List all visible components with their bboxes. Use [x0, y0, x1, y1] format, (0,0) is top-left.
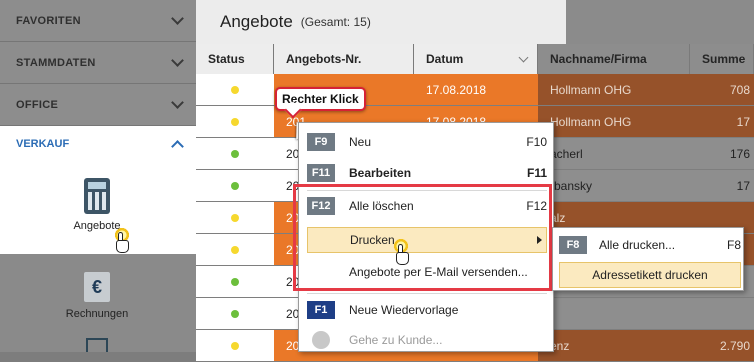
highlight-frame: [293, 184, 552, 291]
menu-item-wiedervorlage[interactable]: F1 Neue Wiedervorlage: [307, 297, 547, 323]
hand-pointer-icon: [114, 232, 130, 254]
page-header: Angebote (Gesamt: 15): [196, 0, 566, 44]
key-badge: F8: [559, 236, 587, 254]
menu-item-shortcut: F11: [526, 166, 547, 180]
sidebar-section-header[interactable]: VERKAUF: [0, 126, 196, 162]
menu-item-label: Gehe zu Kunde...: [349, 333, 443, 347]
key-badge: F11: [307, 164, 335, 182]
calculator-icon: [84, 178, 110, 214]
key-badge: F9: [307, 133, 335, 151]
menu-separator: [307, 293, 547, 294]
summe-cell: 17: [690, 106, 754, 137]
menu-item-neu[interactable]: F9 Neu F10: [307, 129, 547, 155]
status-cell: [196, 234, 274, 265]
status-dot-icon: [231, 85, 239, 94]
sidebar-section-label: STAMMDATEN: [16, 56, 96, 69]
column-header-angebots-nr[interactable]: Angebots-Nr.: [274, 44, 414, 74]
name-cell: rbansky: [538, 170, 690, 201]
column-header-status[interactable]: Status: [196, 44, 274, 74]
column-header-label: Datum: [426, 52, 464, 66]
summe-cell: [690, 298, 754, 329]
chevron-down-icon: [171, 12, 184, 25]
status-dot-icon: [231, 245, 239, 254]
submenu-item-alle-drucken[interactable]: F8 Alle drucken... F8: [559, 232, 741, 258]
status-cell: [196, 330, 274, 361]
status-cell: [196, 202, 274, 233]
status-dot-icon: [231, 181, 239, 190]
status-cell: [196, 74, 274, 105]
status-dot-icon: [231, 149, 239, 158]
menu-item-shortcut: F10: [526, 135, 547, 149]
status-cell: [196, 298, 274, 329]
invoice-euro-icon: €: [84, 272, 110, 302]
status-dot-icon: [231, 213, 239, 222]
summe-cell: 176: [690, 138, 754, 169]
name-cell: enz: [538, 330, 690, 361]
menu-item-label: Adressetikett drucken: [592, 268, 708, 282]
sidebar: FAVORITEN STAMMDATEN OFFICE VERKAUF Ange…: [0, 0, 196, 352]
status-cell: [196, 106, 274, 137]
menu-item-shortcut: F8: [726, 238, 741, 252]
module-rechnungen[interactable]: € Rechnungen: [52, 272, 142, 320]
status-dot-icon: [231, 341, 239, 350]
name-cell: acherl: [538, 138, 690, 169]
name-cell: [538, 298, 690, 329]
person-icon: [312, 331, 330, 349]
page-title: Angebote: [220, 12, 293, 31]
module-angebote[interactable]: Angebote: [52, 178, 142, 232]
name-cell: Hollmann OHG: [538, 106, 690, 137]
menu-item-label: Bearbeiten: [349, 166, 412, 180]
column-header-name[interactable]: Nachname/Firma: [538, 44, 690, 74]
menu-item-label: Neu: [349, 135, 372, 149]
column-header-datum[interactable]: Datum: [414, 44, 538, 74]
sidebar-section-favoriten[interactable]: FAVORITEN: [0, 0, 196, 42]
chevron-down-icon: [171, 96, 184, 109]
status-cell: [196, 170, 274, 201]
hand-pointer-icon: [394, 244, 410, 266]
menu-item-gehe-zu-kunde: Gehe zu Kunde...: [307, 327, 547, 353]
summe-cell: 17: [690, 170, 754, 201]
submenu-item-adressetikett[interactable]: Adressetikett drucken: [559, 262, 741, 288]
summe-cell: 708: [690, 74, 754, 105]
sidebar-section-label: FAVORITEN: [16, 14, 81, 27]
sort-chevron-icon: [518, 52, 529, 63]
key-badge: F1: [307, 301, 335, 319]
status-cell: [196, 266, 274, 297]
menu-item-label: Alle drucken...: [599, 238, 676, 252]
total-count: (Gesamt: 15): [300, 15, 371, 29]
menu-item-label: Neue Wiedervorlage: [349, 303, 459, 317]
network-icon: [86, 338, 108, 352]
sidebar-section-label: VERKAUF: [16, 138, 70, 150]
print-submenu: F8 Alle drucken... F8 Adressetikett druc…: [552, 227, 744, 291]
chevron-down-icon: [171, 54, 184, 67]
sidebar-section-office[interactable]: OFFICE: [0, 84, 196, 126]
column-header-summe[interactable]: Summe: [690, 44, 754, 74]
sidebar-section-verkauf: VERKAUF Angebote: [0, 126, 196, 254]
module-label: Rechnungen: [65, 308, 129, 320]
status-dot-icon: [231, 309, 239, 318]
sidebar-section-label: OFFICE: [16, 98, 59, 111]
name-cell: Hollmann OHG: [538, 74, 690, 105]
right-click-tooltip: Rechter Klick: [275, 87, 366, 111]
status-dot-icon: [231, 277, 239, 286]
chevron-up-icon: [171, 139, 184, 153]
menu-item-bearbeiten[interactable]: F11 Bearbeiten F11: [307, 160, 547, 186]
status-dot-icon: [231, 117, 239, 126]
table-header: Status Angebots-Nr. Datum Nachname/Firma…: [196, 44, 754, 74]
sidebar-section-stammdaten[interactable]: STAMMDATEN: [0, 42, 196, 84]
status-cell: [196, 138, 274, 169]
summe-cell: 2.790: [690, 330, 754, 361]
datum-cell: 17.08.2018: [414, 74, 538, 105]
